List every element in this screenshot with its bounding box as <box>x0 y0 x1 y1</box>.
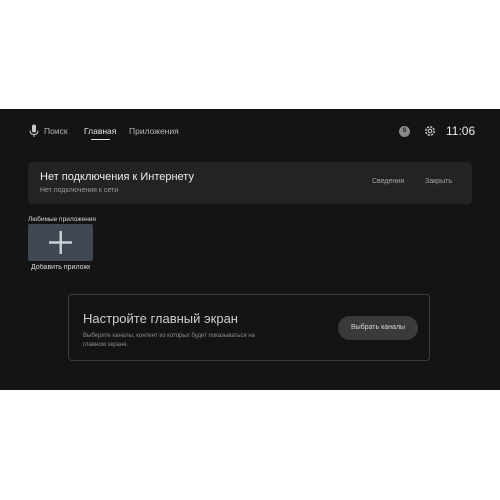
setup-title: Настройте главный экран <box>83 311 238 326</box>
add-app-tile[interactable] <box>28 224 93 261</box>
close-button[interactable]: Закрыть <box>425 178 452 185</box>
gear-icon[interactable] <box>423 124 437 138</box>
tab-search[interactable]: Поиск <box>44 126 68 136</box>
banner-title: Нет подключения к Интернету <box>40 171 194 183</box>
banner-subtitle: Нет подключения к сети <box>40 187 119 194</box>
top-navigation: Поиск Главная Приложения S 11:06 <box>0 109 500 154</box>
details-button[interactable]: Сведения <box>372 178 404 185</box>
profile-avatar[interactable]: S <box>399 126 410 137</box>
no-internet-banner: Нет подключения к Интернету Нет подключе… <box>28 162 472 204</box>
favorites-title: Любимые приложения <box>28 216 96 223</box>
setup-description: Выберите каналы, контент из которых буде… <box>83 333 255 348</box>
plus-icon <box>49 231 72 254</box>
clock: 11:06 <box>446 124 476 138</box>
add-app-label: Добавить приложение <box>31 264 90 271</box>
mic-icon[interactable] <box>29 124 39 138</box>
active-tab-indicator <box>91 139 110 140</box>
setup-home-card: Настройте главный экран Выберите каналы,… <box>68 294 430 361</box>
choose-channels-button[interactable]: Выбрать каналы <box>338 316 418 340</box>
tab-home[interactable]: Главная <box>84 126 116 136</box>
tv-home-screen: Поиск Главная Приложения S 11:06 Нет под… <box>0 109 500 390</box>
tab-apps[interactable]: Приложения <box>129 126 179 136</box>
